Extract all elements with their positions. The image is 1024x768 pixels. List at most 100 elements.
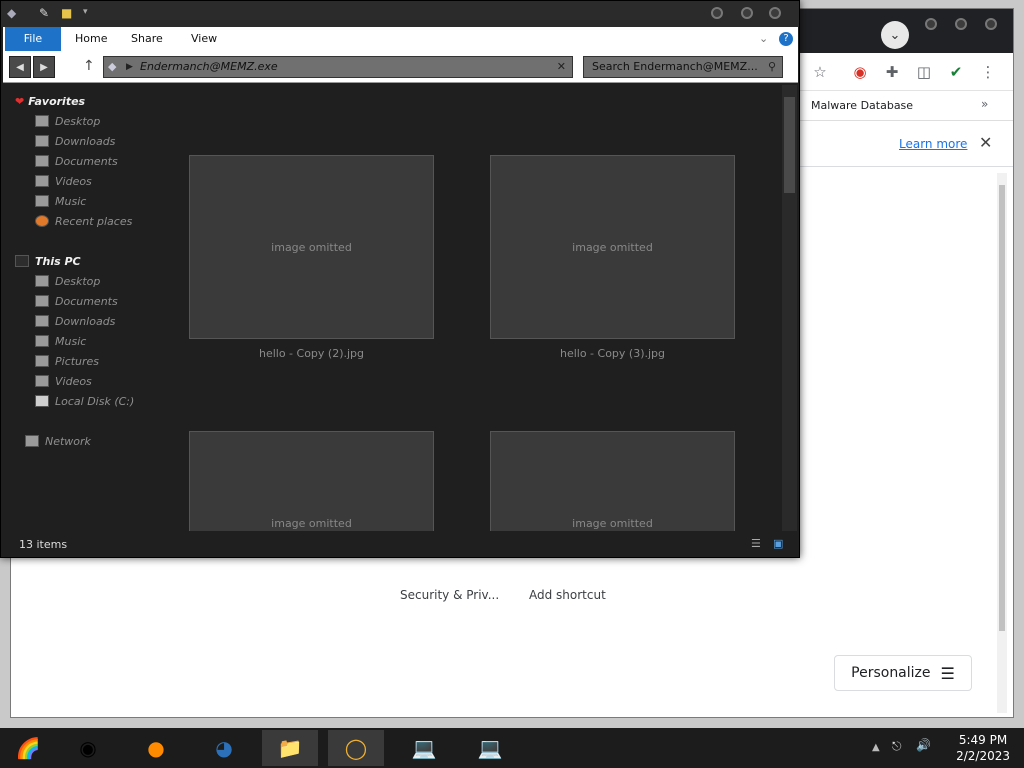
up-arrow-icon[interactable]: ↑	[83, 58, 95, 74]
file-name[interactable]: hello - Copy (3).jpg	[490, 347, 735, 360]
extension-shield-icon[interactable]: ◉	[849, 61, 871, 83]
ribbon: File Home Share View ⌄ ?	[3, 27, 798, 51]
volume-icon[interactable]: 🔊	[916, 738, 931, 752]
time-display: 5:49 PM	[958, 733, 1008, 747]
minimize-button[interactable]	[925, 18, 937, 30]
extension-icon[interactable]: ✚	[881, 61, 903, 83]
file-explorer-icon[interactable]: 📁	[262, 730, 318, 766]
videos-icon	[35, 375, 49, 387]
help-icon[interactable]: ?	[779, 32, 793, 46]
nav-fav-recent[interactable]: Recent places	[35, 213, 132, 231]
forward-button[interactable]: ▶	[33, 56, 55, 78]
nav-pc-local-disk[interactable]: Local Disk (C:)	[35, 393, 134, 411]
new-folder-icon[interactable]: ■	[61, 6, 72, 20]
nav-pc-downloads[interactable]: Downloads	[35, 313, 115, 331]
pictures-icon	[35, 355, 49, 367]
chrome-icon[interactable]: ◉	[60, 730, 116, 766]
address-path: Endermanch@MEMZ.exe	[140, 60, 278, 73]
details-view-icon[interactable]: ☰	[751, 537, 761, 550]
shortcut-add[interactable]: Add shortcut	[529, 588, 606, 602]
app-circle-icon[interactable]: ◕	[196, 730, 252, 766]
clock[interactable]: 5:49 PM 2/2/2023	[956, 732, 1010, 764]
back-button[interactable]: ◀	[9, 56, 31, 78]
this-pc-header[interactable]: This PC	[15, 253, 81, 271]
heart-icon: ❤	[15, 95, 25, 108]
music-icon	[35, 335, 49, 347]
star-icon[interactable]: ☆	[809, 61, 831, 83]
installer-icon[interactable]: 💻	[396, 730, 452, 766]
file-thumbnail[interactable]: image omitted	[189, 431, 434, 531]
documents-icon	[35, 155, 49, 167]
explorer-titlebar: ◆ ✎ ■ ▾	[1, 1, 799, 27]
bookmarks-overflow-icon[interactable]: »	[981, 97, 988, 111]
nav-network[interactable]: Network	[25, 433, 91, 451]
sliders-icon: ☰	[940, 663, 955, 683]
nav-pc-music[interactable]: Music	[35, 333, 86, 351]
address-bar[interactable]: ◆ ▶ Endermanch@MEMZ.exe ✕	[103, 56, 573, 78]
properties-icon[interactable]: ✎	[39, 6, 49, 20]
browser-scrollbar[interactable]	[997, 173, 1007, 713]
nav-pc-documents[interactable]: Documents	[35, 293, 118, 311]
nav-fav-videos[interactable]: Videos	[35, 173, 92, 191]
bookmark-malware-database[interactable]: Malware Database	[811, 99, 913, 112]
tab-home[interactable]: Home	[75, 27, 107, 51]
sidebar-icon[interactable]: ◫	[913, 61, 935, 83]
explorer-close-button[interactable]	[769, 7, 781, 19]
nav-fav-downloads[interactable]: Downloads	[35, 133, 115, 151]
close-icon[interactable]: ✕	[979, 133, 992, 152]
nav-fav-desktop[interactable]: Desktop	[35, 113, 100, 131]
personalize-label: Personalize	[851, 665, 931, 681]
thumbnails-view-icon[interactable]: ▣	[773, 537, 783, 550]
personalize-button[interactable]: Personalize ☰	[834, 655, 972, 691]
explorer-window: ◆ ✎ ■ ▾ File Home Share View ⌄ ? ◀ ▶ ↑ ◆…	[0, 0, 800, 558]
search-input[interactable]: Search Endermanch@MEMZ... ⚲	[583, 56, 783, 78]
network-icon[interactable]: ⎋	[892, 739, 902, 754]
file-thumbnail[interactable]: image omitted	[189, 155, 434, 339]
item-count: 13 items	[19, 538, 68, 551]
documents-icon	[35, 295, 49, 307]
clear-address-icon[interactable]: ✕	[557, 57, 566, 77]
shortcut-security[interactable]: Security & Priv...	[400, 588, 499, 602]
computer-icon	[15, 255, 29, 267]
explorer-scrollbar[interactable]	[782, 85, 797, 531]
shield-icon[interactable]: ✔	[945, 61, 967, 83]
nav-pc-videos[interactable]: Videos	[35, 373, 92, 391]
browser-scrollbar-thumb[interactable]	[999, 185, 1005, 631]
file-thumbnail[interactable]: image omitted	[490, 155, 735, 339]
nav-pc-pictures[interactable]: Pictures	[35, 353, 99, 371]
tab-file[interactable]: File	[5, 27, 61, 51]
explorer-minimize-button[interactable]	[711, 7, 723, 19]
customize-qat-icon[interactable]: ▾	[83, 7, 88, 17]
explorer-scrollbar-thumb[interactable]	[784, 97, 795, 193]
desktop-icon	[35, 275, 49, 287]
nav-fav-music[interactable]: Music	[35, 193, 86, 211]
close-window-button[interactable]	[985, 18, 997, 30]
installer-icon[interactable]: 💻	[462, 730, 518, 766]
firefox-icon[interactable]: ●	[128, 730, 184, 766]
nav-pc-desktop[interactable]: Desktop	[35, 273, 100, 291]
chevron-down-icon[interactable]: ⌄	[881, 21, 909, 49]
maximize-button[interactable]	[955, 18, 967, 30]
downloads-icon	[35, 315, 49, 327]
network-icon	[25, 435, 39, 447]
tab-share[interactable]: Share	[131, 27, 163, 51]
date-display: 2/2/2023	[956, 749, 1010, 763]
favorites-header[interactable]: ❤ Favorites	[15, 93, 85, 111]
start-button[interactable]: 🌈	[0, 730, 56, 766]
search-placeholder: Search Endermanch@MEMZ...	[592, 60, 758, 73]
breadcrumb-chevron-icon[interactable]: ▶	[126, 57, 133, 77]
file-name[interactable]: hello - Copy (2).jpg	[189, 347, 434, 360]
tray-overflow-icon[interactable]: ▲	[872, 742, 880, 753]
more-icon[interactable]: ⋮	[977, 61, 999, 83]
explorer-maximize-button[interactable]	[741, 7, 753, 19]
search-icon[interactable]: ⚲	[768, 57, 776, 77]
learn-more-link[interactable]: Learn more	[899, 137, 967, 151]
path-icon: ◆	[108, 60, 117, 73]
tab-view[interactable]: View	[191, 27, 217, 51]
file-thumbnail[interactable]: image omitted	[490, 431, 735, 531]
chevron-down-icon[interactable]: ⌄	[759, 27, 768, 51]
navigation-bar: ◀ ▶ ↑ ◆ ▶ Endermanch@MEMZ.exe ✕ Search E…	[3, 51, 798, 83]
drive-icon	[35, 395, 49, 407]
browser-alt-icon[interactable]: ◯	[328, 730, 384, 766]
nav-fav-documents[interactable]: Documents	[35, 153, 118, 171]
